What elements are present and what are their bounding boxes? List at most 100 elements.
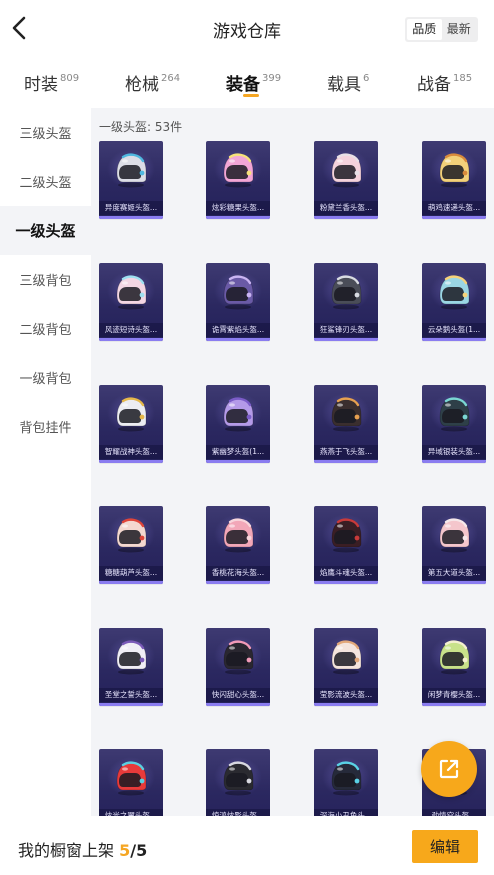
helmet-icon	[116, 518, 147, 553]
card-footer-bar	[314, 581, 378, 584]
helmet-item-card[interactable]: 圣堂之誓头盔...	[99, 628, 163, 706]
sort-toggle: 品质 最新	[405, 17, 478, 42]
item-name: 狂鲨锋刃头盔...	[314, 323, 378, 337]
header: 游戏仓库 品质 最新	[0, 0, 494, 58]
helmet-item-card[interactable]: 异域银装头盔...	[422, 385, 486, 463]
helmet-icon	[223, 153, 254, 188]
share-button[interactable]	[421, 741, 477, 797]
item-name: 闲梦青樱头盔...	[422, 688, 486, 702]
card-footer-bar	[206, 460, 270, 463]
helmet-item-card[interactable]: 异度赛姬头盔...	[99, 141, 163, 219]
helmet-item-card[interactable]: 糖糖葫芦头盔...	[99, 506, 163, 584]
helmet-item-card[interactable]: 快闪甜心头盔...	[206, 628, 270, 706]
helmet-item-card[interactable]: 深海小丑鱼头...	[314, 749, 378, 816]
helmet-icon	[439, 153, 470, 188]
section-title: 一级头盔: 53件	[99, 120, 183, 134]
tab-vehicles[interactable]: 载具 6	[327, 70, 369, 95]
helmet-item-card[interactable]: 粉黛兰香头盔...	[314, 141, 378, 219]
item-name: 异度赛姬头盔...	[99, 201, 163, 215]
tab-supplies[interactable]: 战备 185	[417, 70, 472, 95]
tab-label: 战备	[417, 75, 451, 95]
card-footer-bar	[314, 216, 378, 219]
helmet-item-card[interactable]: 燕燕于飞头盔...	[314, 385, 378, 463]
helmet-item-card[interactable]: 焰鹰斗魂头盔...	[314, 506, 378, 584]
helmet-item-card[interactable]: 莹影流波头盔...	[314, 628, 378, 706]
share-external-icon	[439, 759, 459, 779]
tab-equipment[interactable]: 装备 399	[226, 70, 281, 95]
tab-count: 809	[60, 73, 80, 85]
card-footer-bar	[99, 460, 163, 463]
tab-count: 185	[453, 73, 473, 85]
sidebar-item-level3-backpack[interactable]: 三级背包	[0, 255, 91, 304]
item-name: 香桃花海头盔...	[206, 566, 270, 580]
card-footer-bar	[422, 216, 486, 219]
helmet-item-card[interactable]: 云朵鹅头盔(1...	[422, 263, 486, 341]
helmet-icon	[439, 275, 470, 310]
card-footer-bar	[422, 581, 486, 584]
helmet-icon	[116, 397, 147, 432]
sidebar: 三级头盔 二级头盔 一级头盔 三级背包 二级背包 一级背包 背包挂件	[0, 108, 91, 816]
tab-fashion[interactable]: 时装 809	[24, 70, 79, 95]
item-name: 焰鹰斗魂头盔...	[314, 566, 378, 580]
helmet-item-card[interactable]: 风迹短诗头盔...	[99, 263, 163, 341]
item-name: 紫幽梦头盔(1...	[206, 445, 270, 459]
item-name: 深海小丑鱼头...	[314, 809, 378, 816]
card-footer-bar	[314, 338, 378, 341]
helmet-icon	[116, 761, 147, 796]
helmet-item-card[interactable]: 香桃花海头盔...	[206, 506, 270, 584]
helmet-item-card[interactable]: 紫幽梦头盔(1...	[206, 385, 270, 463]
sidebar-item-level2-helmet[interactable]: 二级头盔	[0, 157, 91, 206]
item-name: 诡霄紫焰头盔...	[206, 323, 270, 337]
helmet-item-card[interactable]: 闲梦青樱头盔...	[422, 628, 486, 706]
sort-latest-option[interactable]: 最新	[442, 19, 477, 40]
helmet-item-card[interactable]: 炫光之翼头盔...	[99, 749, 163, 816]
sort-quality-option[interactable]: 品质	[407, 19, 442, 40]
helmet-item-card[interactable]: 第五大道头盔...	[422, 506, 486, 584]
helmet-item-card[interactable]: 狂鲨锋刃头盔...	[314, 263, 378, 341]
card-footer-bar	[314, 703, 378, 706]
tab-label: 时装	[24, 75, 58, 95]
helmet-icon	[223, 518, 254, 553]
active-tab-indicator	[243, 94, 259, 97]
item-grid-panel: 一级头盔: 53件 异度赛姬头盔... 炫彩糖果头盔... 粉黛兰香头盔... 萌鸡速…	[91, 108, 494, 816]
shelf-total: /5	[130, 841, 148, 860]
item-name: 萌鸡速递头盔...	[422, 201, 486, 215]
item-name: 智耀战神头盔...	[99, 445, 163, 459]
helmet-item-card[interactable]: 萌鸡速递头盔...	[422, 141, 486, 219]
sidebar-item-level2-backpack[interactable]: 二级背包	[0, 304, 91, 353]
sidebar-item-level3-helmet[interactable]: 三级头盔	[0, 108, 91, 157]
helmet-item-card[interactable]: 诡霄紫焰头盔...	[206, 263, 270, 341]
item-name: 炫彩糖果头盔...	[206, 201, 270, 215]
helmet-icon	[223, 640, 254, 675]
sidebar-item-level1-helmet[interactable]: 一级头盔	[0, 206, 91, 255]
helmet-item-card[interactable]: 惊鸿炫影头盔...	[206, 749, 270, 816]
item-name: 风迹短诗头盔...	[99, 323, 163, 337]
helmet-icon	[223, 761, 254, 796]
tab-weapons[interactable]: 枪械 264	[125, 70, 180, 95]
helmet-icon	[331, 518, 362, 553]
edit-button[interactable]: 编辑	[412, 830, 478, 863]
helmet-item-card[interactable]: 炫彩糖果头盔...	[206, 141, 270, 219]
card-footer-bar	[206, 338, 270, 341]
card-footer-bar	[206, 581, 270, 584]
card-footer-bar	[314, 460, 378, 463]
shelf-label: 我的橱窗上架	[18, 841, 115, 860]
helmet-icon	[331, 397, 362, 432]
item-name: 惊鸿炫影头盔...	[206, 809, 270, 816]
sidebar-item-backpack-charm[interactable]: 背包挂件	[0, 402, 91, 451]
helmet-item-card[interactable]: 智耀战神头盔...	[99, 385, 163, 463]
bottom-bar: 我的橱窗上架 5/5 编辑	[0, 816, 494, 875]
item-name: 粉黛兰香头盔...	[314, 201, 378, 215]
card-footer-bar	[99, 338, 163, 341]
card-footer-bar	[99, 581, 163, 584]
category-tabs: 时装 809 枪械 264 装备 399 载具 6 战备 185	[0, 64, 494, 104]
item-name: 异域银装头盔...	[422, 445, 486, 459]
shelf-count: 5	[119, 841, 131, 860]
tab-count: 264	[161, 73, 181, 85]
tab-count: 399	[262, 73, 282, 85]
item-name: 第五大道头盔...	[422, 566, 486, 580]
item-name: 圣堂之誓头盔...	[99, 688, 163, 702]
helmet-icon	[223, 397, 254, 432]
sidebar-item-level1-backpack[interactable]: 一级背包	[0, 353, 91, 402]
card-footer-bar	[99, 703, 163, 706]
